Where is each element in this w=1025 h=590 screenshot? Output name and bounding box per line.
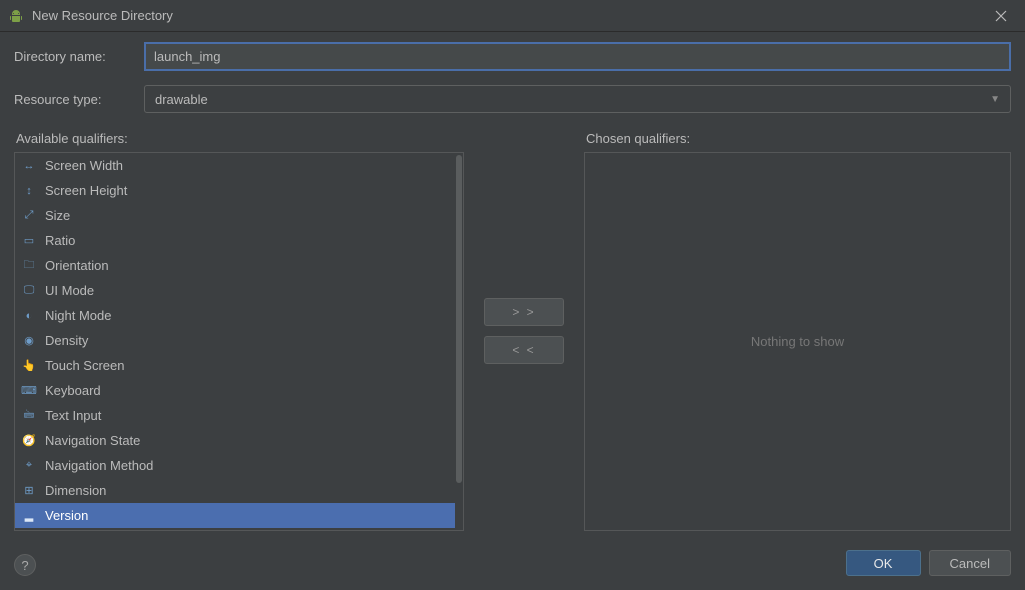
qualifier-icon: ↕ <box>21 183 37 199</box>
qualifier-label: Version <box>45 508 88 523</box>
chosen-empty-message: Nothing to show <box>585 153 1010 530</box>
resource-type-label: Resource type: <box>14 92 144 107</box>
qualifier-label: Touch Screen <box>45 358 125 373</box>
qualifier-label: Text Input <box>45 408 101 423</box>
qualifier-label: Navigation State <box>45 433 140 448</box>
qualifier-icon: ⤢ <box>21 208 37 224</box>
qualifier-icon: 🖵 <box>21 283 37 299</box>
qualifier-label: Keyboard <box>45 383 101 398</box>
qualifier-icon: 🧭 <box>21 433 37 449</box>
list-item[interactable]: 🖮 Text Input <box>15 403 455 428</box>
qualifier-icon: ⌨ <box>21 383 37 399</box>
android-icon <box>8 8 24 24</box>
resource-type-value: drawable <box>155 92 990 107</box>
directory-name-input[interactable] <box>144 42 1011 71</box>
list-item[interactable]: ↕ Screen Height <box>15 178 455 203</box>
list-item[interactable]: ▭ Ratio <box>15 228 455 253</box>
qualifier-label: Screen Height <box>45 183 127 198</box>
list-item[interactable]: ▂ Version <box>15 503 455 528</box>
qualifier-icon: ▂ <box>21 508 37 524</box>
qualifier-icon: ⊞ <box>21 483 37 499</box>
qualifier-label: Navigation Method <box>45 458 153 473</box>
resource-type-select[interactable]: drawable ▼ <box>144 85 1011 113</box>
chosen-list[interactable]: Nothing to show <box>584 152 1011 531</box>
list-item[interactable]: ◉ Density <box>15 328 455 353</box>
qualifier-icon: ⌖ <box>21 458 37 474</box>
qualifier-label: Density <box>45 333 88 348</box>
window-title: New Resource Directory <box>32 8 985 23</box>
qualifier-icon: ◐ <box>21 308 37 324</box>
qualifier-label: Orientation <box>45 258 109 273</box>
qualifier-icon: ◉ <box>21 333 37 349</box>
qualifier-label: Dimension <box>45 483 106 498</box>
qualifier-icon: 👆 <box>21 358 37 374</box>
available-label: Available qualifiers: <box>14 131 464 146</box>
available-column: Available qualifiers: ↔ Screen Width ↕ Scre… <box>14 131 464 531</box>
add-qualifier-button[interactable]: > > <box>484 298 564 326</box>
qualifier-icon: ▭ <box>21 233 37 249</box>
qualifier-label: Size <box>45 208 70 223</box>
form-area: Directory name: Resource type: drawable … <box>0 32 1025 131</box>
list-item[interactable]: ↔ Screen Width <box>15 153 455 178</box>
qualifier-area: Available qualifiers: ↔ Screen Width ↕ Scre… <box>0 131 1025 531</box>
directory-name-row: Directory name: <box>14 42 1011 71</box>
directory-name-label: Directory name: <box>14 49 144 64</box>
remove-qualifier-button[interactable]: < < <box>484 336 564 364</box>
list-item[interactable]: 🧭 Navigation State <box>15 428 455 453</box>
list-item[interactable]: ⊞ Dimension <box>15 478 455 503</box>
qualifier-icon: 🖮 <box>21 408 37 424</box>
list-item[interactable]: 🖵 UI Mode <box>15 278 455 303</box>
qualifier-label: UI Mode <box>45 283 94 298</box>
resource-type-row: Resource type: drawable ▼ <box>14 85 1011 113</box>
list-item[interactable]: ⤢ Size <box>15 203 455 228</box>
qualifier-label: Night Mode <box>45 308 111 323</box>
chosen-label: Chosen qualifiers: <box>584 131 1011 146</box>
list-item[interactable]: 👆 Touch Screen <box>15 353 455 378</box>
list-item[interactable]: ⌖ Navigation Method <box>15 453 455 478</box>
list-item[interactable]: ⌨ Keyboard <box>15 378 455 403</box>
titlebar: New Resource Directory <box>0 0 1025 32</box>
help-button[interactable]: ? <box>14 554 36 576</box>
chosen-column: Chosen qualifiers: Nothing to show <box>584 131 1011 531</box>
scrollbar[interactable] <box>456 155 462 528</box>
dialog-footer: ? OK Cancel <box>0 531 1025 590</box>
chevron-down-icon: ▼ <box>990 94 1000 105</box>
qualifier-label: Screen Width <box>45 158 123 173</box>
scrollbar-thumb[interactable] <box>456 155 462 483</box>
list-item[interactable]: 🗀 Orientation <box>15 253 455 278</box>
qualifier-label: Ratio <box>45 233 75 248</box>
qualifier-icon: ↔ <box>21 158 37 174</box>
list-item[interactable]: ◐ Night Mode <box>15 303 455 328</box>
qualifier-icon: 🗀 <box>21 258 37 274</box>
cancel-button[interactable]: Cancel <box>929 550 1011 576</box>
ok-button[interactable]: OK <box>846 550 921 576</box>
close-button[interactable] <box>985 0 1017 32</box>
transfer-buttons: > > < < <box>464 131 584 531</box>
available-list[interactable]: ↔ Screen Width ↕ Screen Height ⤢ Size ▭ Ratio 🗀 O… <box>14 152 464 531</box>
